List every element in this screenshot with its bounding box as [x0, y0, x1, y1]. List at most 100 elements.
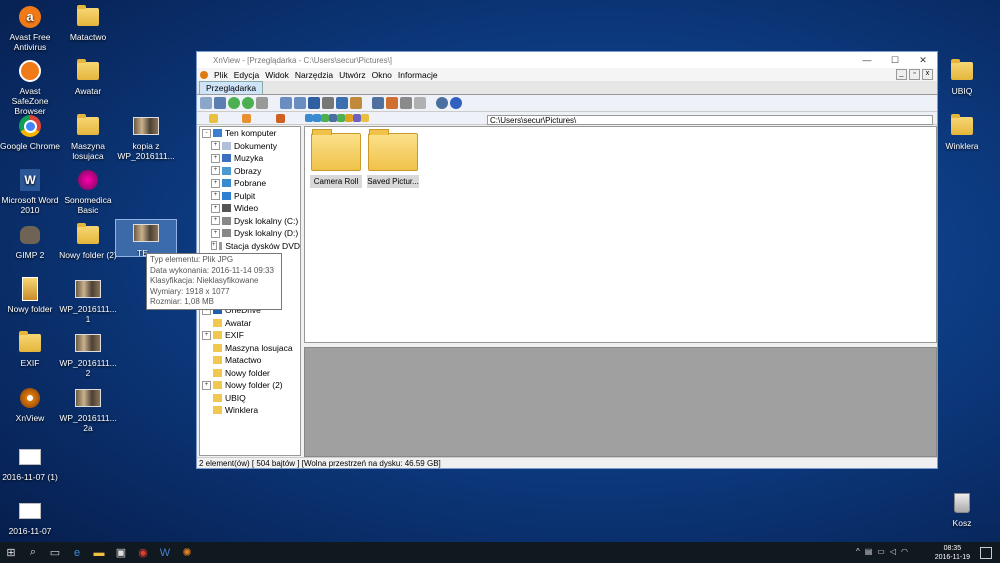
desktop-icon-nowy-folder-2[interactable]: Nowy folder (2)	[58, 222, 118, 260]
menu-narzedzia[interactable]: Narzędzia	[295, 70, 333, 80]
desktop-icon-kosz[interactable]: Kosz	[932, 490, 992, 528]
minimize-button[interactable]: —	[853, 55, 881, 66]
tree-item[interactable]: + Dokumenty	[200, 140, 300, 153]
refresh-all-icon[interactable]	[242, 97, 254, 109]
mdi-minimize-button[interactable]: _	[896, 69, 907, 80]
tree-item[interactable]: + Muzyka	[200, 152, 300, 165]
print-setup-icon[interactable]	[256, 97, 268, 109]
tree-item[interactable]: - Ten komputer	[200, 127, 300, 140]
title-bar[interactable]: XnView - [Przeglądarka - C:\Users\secur\…	[197, 52, 937, 68]
move-icon[interactable]	[294, 97, 306, 109]
tree-item[interactable]: Maszyna losujaca	[200, 342, 300, 355]
file-item-camera-roll[interactable]: Camera Roll	[310, 129, 362, 188]
expand-icon[interactable]: +	[211, 216, 220, 226]
start-windows-icon[interactable]: ⊞	[0, 542, 22, 563]
tree-item[interactable]: UBIQ	[200, 392, 300, 405]
tree-item[interactable]: + Dysk lokalny (D:)	[200, 227, 300, 240]
network-icon[interactable]: ▤	[865, 547, 873, 556]
chevron-up-icon[interactable]: ^	[856, 547, 860, 556]
task-view-icon[interactable]: ▭	[44, 542, 66, 563]
desktop-icon-te[interactable]: TE...	[115, 219, 177, 258]
desktop-icon-kopia[interactable]: kopia z WP_2016111...	[116, 113, 176, 161]
menu-okno[interactable]: Okno	[372, 70, 392, 80]
view-mode-icon[interactable]	[329, 114, 337, 122]
expand-icon[interactable]: +	[211, 241, 217, 251]
word-taskbar-icon[interactable]: W	[154, 542, 176, 563]
slideshow-icon[interactable]	[350, 97, 362, 109]
binoculars-icon[interactable]	[308, 97, 320, 109]
capture-icon[interactable]	[400, 97, 412, 109]
menu-widok[interactable]: Widok	[265, 70, 289, 80]
expand-icon[interactable]: +	[211, 153, 220, 163]
tree-item[interactable]: + Pulpit	[200, 190, 300, 203]
scan-icon[interactable]	[336, 97, 348, 109]
menu-informacje[interactable]: Informacje	[398, 70, 438, 80]
volume-icon[interactable]: ◁	[890, 547, 896, 556]
desktop-icon-word[interactable]: W Microsoft Word 2010	[0, 167, 60, 215]
search-icon[interactable]: ⌕	[22, 542, 44, 563]
convert-icon[interactable]	[372, 97, 384, 109]
expand-icon[interactable]: +	[211, 178, 220, 188]
sync-icon[interactable]	[353, 114, 361, 122]
desktop-icon-awatar[interactable]: Awatar	[58, 58, 118, 96]
expand-icon[interactable]: +	[211, 166, 220, 176]
sort-icon[interactable]	[345, 114, 353, 122]
desktop-icon-gimp[interactable]: GIMP 2	[0, 222, 60, 260]
tab-przegladarka[interactable]: Przeglądarka	[199, 81, 264, 94]
battery-icon[interactable]: ▭	[877, 547, 885, 556]
expand-icon[interactable]: +	[211, 203, 220, 213]
desktop-icon-wp2a[interactable]: WP_2016111... 2a	[58, 385, 118, 433]
menu-edycja[interactable]: Edycja	[234, 70, 260, 80]
tree-item[interactable]: Winklera	[200, 404, 300, 417]
menu-plik[interactable]: Plik	[214, 70, 228, 80]
mdi-close-button[interactable]: x	[922, 69, 933, 80]
desktop-icon-nowy-folder[interactable]: Nowy folder	[0, 276, 60, 314]
desktop-icon-avast-safezone[interactable]: Avast SafeZone Browser	[0, 58, 60, 116]
tree-item[interactable]: + EXIF	[200, 329, 300, 342]
contact-sheet-icon[interactable]	[414, 97, 426, 109]
up-arrow-icon[interactable]	[321, 114, 329, 122]
tree-item[interactable]: + Nowy folder (2)	[200, 379, 300, 392]
tree-item[interactable]: + Wideo	[200, 202, 300, 215]
chrome-taskbar-icon[interactable]: ◉	[132, 542, 154, 563]
refresh-icon[interactable]	[228, 97, 240, 109]
expand-icon[interactable]: +	[211, 141, 220, 151]
collapse-icon[interactable]: -	[202, 128, 211, 138]
file-explorer-icon[interactable]: ▬	[88, 542, 110, 563]
forward-arrow-icon[interactable]	[313, 114, 321, 122]
desktop-icon-doc-2[interactable]: 2016-11-07	[0, 498, 60, 536]
desktop-icon-sonomedica[interactable]: Sonomedica Basic	[58, 167, 118, 215]
filter-icon[interactable]	[337, 114, 345, 122]
info-icon[interactable]	[450, 97, 462, 109]
expand-icon[interactable]: +	[211, 228, 220, 238]
tree-item[interactable]: + Pobrane	[200, 177, 300, 190]
categories-tab-icon[interactable]	[275, 113, 285, 123]
desktop-icon-doc-1[interactable]: 2016-11-07 (1)	[0, 444, 60, 482]
wifi-icon[interactable]: ◠	[901, 547, 908, 556]
file-item-saved-pictures[interactable]: Saved Pictur...	[367, 129, 419, 188]
fullscreen-icon[interactable]	[214, 97, 226, 109]
desktop-icon-maszyna[interactable]: Maszyna losujaca	[58, 113, 118, 161]
print-icon[interactable]	[322, 97, 334, 109]
desktop-icon-exif[interactable]: EXIF	[0, 330, 60, 368]
copy-icon[interactable]	[280, 97, 292, 109]
settings-gear-icon[interactable]	[436, 97, 448, 109]
back-arrow-icon[interactable]	[305, 114, 313, 122]
tree-item[interactable]: + Dysk lokalny (C:)	[200, 215, 300, 228]
edge-icon[interactable]: e	[66, 542, 88, 563]
expand-icon[interactable]: +	[211, 191, 220, 201]
tree-item[interactable]: + Stacja dysków DVD	[200, 240, 300, 253]
expand-icon[interactable]: +	[202, 330, 211, 340]
close-button[interactable]: ✕	[909, 55, 937, 66]
desktop-icon-ubiq[interactable]: UBIQ	[932, 58, 992, 96]
browser-icon[interactable]	[200, 97, 212, 109]
star-icon[interactable]	[361, 114, 369, 122]
maximize-button[interactable]: ☐	[881, 55, 909, 66]
desktop-icon-xnview[interactable]: XnView	[0, 385, 60, 423]
folders-tab-icon[interactable]	[209, 113, 219, 123]
tree-item[interactable]: + Obrazy	[200, 165, 300, 178]
desktop-icon-matactwo[interactable]: Matactwo	[58, 4, 118, 42]
desktop-icon-avast[interactable]: a Avast Free Antivirus	[0, 4, 60, 52]
tree-item[interactable]: Nowy folder	[200, 367, 300, 380]
store-icon[interactable]: ▣	[110, 542, 132, 563]
